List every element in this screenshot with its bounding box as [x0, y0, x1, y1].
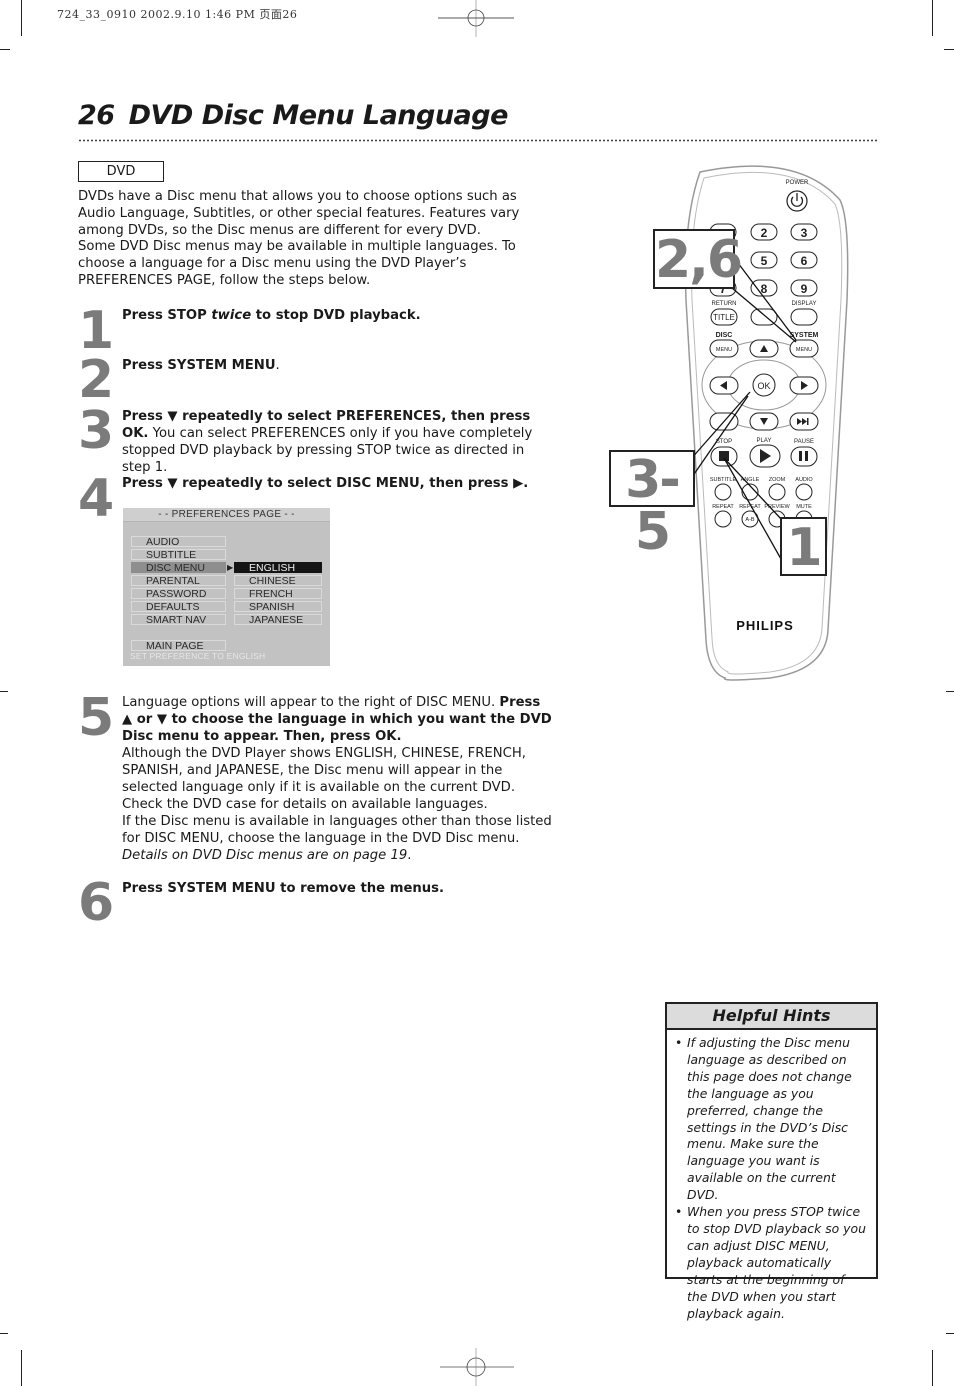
- step-number: 3: [78, 401, 114, 461]
- step-number: 4: [78, 469, 114, 529]
- preferences-header: - - PREFERENCES PAGE - -: [123, 508, 330, 522]
- crop-mark: [0, 691, 8, 692]
- step-plain: Although the DVD Player shows ENGLISH, C…: [122, 746, 526, 812]
- pref-item-disc-menu[interactable]: DISC MENU: [131, 562, 226, 573]
- intro-paragraph: DVDs have a Disc menu that allows you to…: [78, 189, 520, 238]
- svg-text:OK: OK: [757, 381, 770, 391]
- step-paragraph: If the Disc menu is available in languag…: [122, 813, 554, 864]
- svg-text:2: 2: [761, 226, 768, 240]
- callout-steps-3-5: 3-5: [609, 450, 695, 558]
- pref-item-defaults[interactable]: DEFAULTS: [131, 601, 226, 612]
- registration-mark-bottom: [440, 1348, 514, 1386]
- step-text: Press ▼ repeatedly to select DISC MENU, …: [122, 475, 554, 492]
- intro-text: DVDs have a Disc menu that allows you to…: [78, 189, 556, 290]
- step-text: Press ▼ repeatedly to select PREFERENCES…: [122, 408, 554, 476]
- svg-text:9: 9: [801, 282, 808, 296]
- crop-mark: [21, 0, 22, 36]
- svg-text:MENU: MENU: [716, 347, 732, 353]
- display-button: [790, 308, 818, 326]
- step-number: 2: [78, 350, 114, 410]
- hint-text: When you press STOP twice to stop DVD pl…: [687, 1204, 866, 1321]
- crop-mark: [0, 49, 10, 50]
- helpful-hints-box: Helpful Hints • If adjusting the Disc men…: [665, 1002, 878, 1321]
- svg-text:6: 6: [801, 254, 808, 268]
- lang-item-japanese[interactable]: JAPANESE: [234, 614, 322, 625]
- step-plain: .: [407, 848, 412, 863]
- svg-text:AUDIO: AUDIO: [795, 477, 813, 483]
- philips-logo: PHILIPS: [736, 618, 794, 633]
- page-title: 26 DVD Disc Menu Language: [78, 100, 508, 131]
- pref-item-main-page[interactable]: MAIN PAGE: [131, 640, 226, 651]
- preferences-page-screen: - - PREFERENCES PAGE - - AUDIO SUBTITLE …: [123, 508, 330, 666]
- step-plain: You can select PREFERENCES only if you h…: [122, 426, 533, 475]
- pref-item-password[interactable]: PASSWORD: [131, 588, 226, 599]
- dotted-rule: [78, 139, 878, 142]
- step-bold: Press STOP: [122, 308, 212, 323]
- power-label: POWER: [786, 180, 809, 186]
- step-text: Language options will appear to the righ…: [122, 694, 554, 864]
- lang-item-spanish[interactable]: SPANISH: [234, 601, 322, 612]
- pref-item-subtitle[interactable]: SUBTITLE: [131, 549, 226, 560]
- hint-item: • When you press STOP twice to stop DVD p…: [675, 1204, 866, 1321]
- lang-item-french[interactable]: FRENCH: [234, 588, 322, 599]
- hint-text: If adjusting the Disc menu language as d…: [687, 1035, 852, 1203]
- step-bold: SYSTEM MENU: [167, 358, 276, 373]
- svg-text:A-B: A-B: [745, 517, 755, 523]
- svg-text:DISPLAY: DISPLAY: [792, 301, 817, 307]
- pref-item-smart-nav[interactable]: SMART NAV: [131, 614, 226, 625]
- pause-button: [790, 446, 818, 467]
- crop-mark: [0, 1333, 8, 1334]
- step-number: 5: [78, 688, 114, 748]
- crop-mark: [21, 1350, 22, 1386]
- step-plain: Language options will appear to the righ…: [122, 695, 500, 710]
- right-arrow-icon: ▶: [227, 563, 234, 572]
- step-text: Press SYSTEM MENU.: [122, 357, 554, 374]
- pref-item-audio[interactable]: AUDIO: [131, 536, 226, 547]
- crop-mark: [946, 691, 954, 692]
- svg-text:REPEAT: REPEAT: [712, 504, 734, 510]
- crop-mark: [932, 0, 933, 36]
- page-number: 26: [78, 100, 115, 131]
- preferences-status: SET PREFERENCE TO ENGLISH: [130, 651, 266, 661]
- svg-text:ANGLE: ANGLE: [741, 477, 760, 483]
- svg-text:SUBTITLE: SUBTITLE: [710, 477, 737, 483]
- step-bold: to stop DVD playback.: [251, 308, 421, 323]
- hint-item: • If adjusting the Disc menu language as …: [675, 1035, 852, 1203]
- lang-item-english[interactable]: ENGLISH: [234, 562, 322, 573]
- step-bold: Press SYSTEM MENU to remove the menus.: [122, 881, 445, 896]
- step-plain: If the Disc menu is available in languag…: [122, 814, 552, 846]
- svg-text:PLAY: PLAY: [757, 438, 772, 444]
- step-italic: twice: [211, 308, 252, 323]
- lang-item-chinese[interactable]: CHINESE: [234, 575, 322, 586]
- svg-text:TITLE: TITLE: [713, 313, 735, 322]
- intro-paragraph: Some DVD Disc menus may be available in …: [78, 239, 516, 288]
- svg-text:RETURN: RETURN: [712, 301, 737, 307]
- crop-mark: [946, 1333, 954, 1334]
- svg-text:DISC: DISC: [716, 332, 733, 339]
- page-title-text: DVD Disc Menu Language: [128, 100, 509, 131]
- crop-mark: [944, 49, 954, 50]
- hints-title: Helpful Hints: [667, 1004, 876, 1030]
- registration-mark-top: [438, 0, 514, 37]
- step-plain: .: [275, 358, 280, 373]
- svg-text:3: 3: [801, 226, 808, 240]
- step-bold: Press: [122, 358, 168, 373]
- step-bold: Press ▼ repeatedly to select DISC MENU, …: [122, 476, 529, 491]
- callout-step-1: 1: [780, 517, 827, 576]
- callout-steps-2-6: 2,6: [653, 229, 743, 290]
- crop-mark: [932, 1350, 933, 1386]
- dvd-badge: DVD: [78, 161, 164, 182]
- step-text: Press STOP twice to stop DVD playback.: [122, 307, 554, 324]
- step-number: 6: [78, 873, 114, 933]
- pref-item-parental[interactable]: PARENTAL: [131, 575, 226, 586]
- svg-text:ZOOM: ZOOM: [769, 477, 786, 483]
- svg-text:5: 5: [761, 254, 768, 268]
- svg-text:MENU: MENU: [796, 347, 812, 353]
- step-text: Press SYSTEM MENU to remove the menus.: [122, 880, 554, 897]
- step-italic: Details on DVD Disc menus are on page 19: [122, 848, 408, 863]
- print-header: 724_33_0910 2002.9.10 1:46 PM 页面26: [57, 8, 298, 21]
- svg-text:PAUSE: PAUSE: [794, 439, 814, 445]
- svg-text:MUTE: MUTE: [796, 504, 812, 510]
